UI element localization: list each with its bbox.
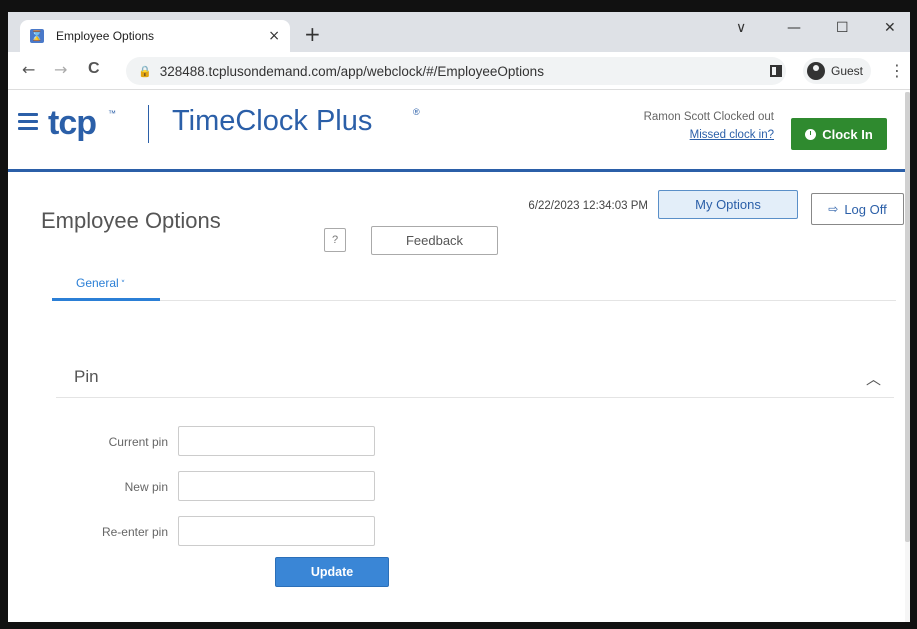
pin-section-divider (56, 397, 894, 398)
scrollbar-thumb[interactable] (905, 92, 910, 542)
tab-strip-divider (52, 300, 896, 301)
url-text: 328488.tcplusondemand.com/app/webclock/#… (159, 63, 544, 79)
logo-registered: ® (413, 107, 420, 117)
reenter-pin-input[interactable] (178, 516, 375, 546)
logo-trademark: ™ (108, 109, 116, 118)
hourglass-icon: ⌛ (30, 29, 44, 43)
scrollbar[interactable] (905, 92, 910, 622)
side-panel-icon[interactable] (770, 65, 782, 77)
clock-status-text: Ramon Scott Clocked out (643, 111, 774, 123)
new-pin-input[interactable] (178, 471, 375, 501)
avatar-icon (807, 62, 825, 80)
clock-icon (805, 128, 817, 140)
address-bar[interactable]: 🔒 328488.tcplusondemand.com/app/webclock… (126, 57, 786, 85)
browser-titlebar: ⌛ Employee Options × + ∨ — ☐ ✕ (8, 12, 910, 52)
help-button[interactable]: ? (324, 228, 346, 252)
profile-chip[interactable]: Guest (803, 58, 872, 84)
hamburger-menu-icon[interactable] (18, 113, 38, 134)
my-options-button[interactable]: My Options (658, 190, 798, 219)
page-title: Employee Options (41, 208, 221, 233)
screen-frame: ⌛ Employee Options × + ∨ — ☐ ✕ ← → C 🔒 3… (0, 0, 917, 629)
back-arrow-icon[interactable]: ← (22, 60, 35, 79)
forward-arrow-icon[interactable]: → (54, 60, 67, 79)
tcp-logo: tcp (48, 104, 97, 142)
browser-toolbar: ← → C 🔒 328488.tcplusondemand.com/app/we… (8, 52, 910, 90)
maximize-icon[interactable]: ☐ (836, 20, 849, 36)
missed-clock-in-link[interactable]: Missed clock in? (588, 129, 774, 141)
update-button[interactable]: Update (275, 557, 389, 587)
product-name: TimeClock Plus (172, 105, 373, 137)
sign-out-icon: ⇨ (828, 202, 839, 216)
logo-divider (148, 105, 149, 143)
current-pin-input[interactable] (178, 426, 375, 456)
reenter-pin-label: Re-enter pin (101, 525, 168, 539)
app-header: tcp ™ TimeClock Plus ® Ramon Scott Clock… (8, 91, 910, 172)
tab-general[interactable]: General ˅ (52, 272, 160, 301)
close-window-icon[interactable]: ✕ (884, 20, 896, 36)
profile-label: Guest (831, 64, 864, 78)
clock-in-button[interactable]: Clock In (791, 118, 887, 150)
new-pin-label: New pin (124, 480, 168, 494)
tab-search-chevron-icon[interactable]: ∨ (736, 20, 746, 36)
chevron-down-icon: ˅ (120, 280, 126, 290)
current-datetime: 6/22/2023 12:34:03 PM (528, 200, 648, 212)
pin-section-title: Pin (74, 367, 99, 386)
browser-tab[interactable]: ⌛ Employee Options × (20, 20, 290, 52)
feedback-button[interactable]: Feedback (371, 226, 498, 255)
minimize-icon[interactable]: — (787, 20, 801, 36)
new-tab-icon[interactable]: + (304, 24, 321, 44)
tab-title: Employee Options (56, 29, 155, 43)
tab-general-label: General (76, 276, 119, 290)
log-off-button[interactable]: ⇨ Log Off (811, 193, 904, 225)
clock-in-label: Clock In (822, 126, 873, 142)
log-off-label: Log Off (844, 201, 887, 217)
browser-menu-icon[interactable]: ⋮ (889, 61, 905, 80)
reload-icon[interactable]: C (88, 60, 100, 78)
current-pin-label: Current pin (108, 435, 168, 449)
chevron-up-icon[interactable]: ︿ (866, 368, 881, 389)
lock-icon: 🔒 (138, 64, 152, 78)
tab-close-icon[interactable]: × (268, 28, 280, 44)
browser-window: ⌛ Employee Options × + ∨ — ☐ ✕ ← → C 🔒 3… (8, 12, 910, 622)
